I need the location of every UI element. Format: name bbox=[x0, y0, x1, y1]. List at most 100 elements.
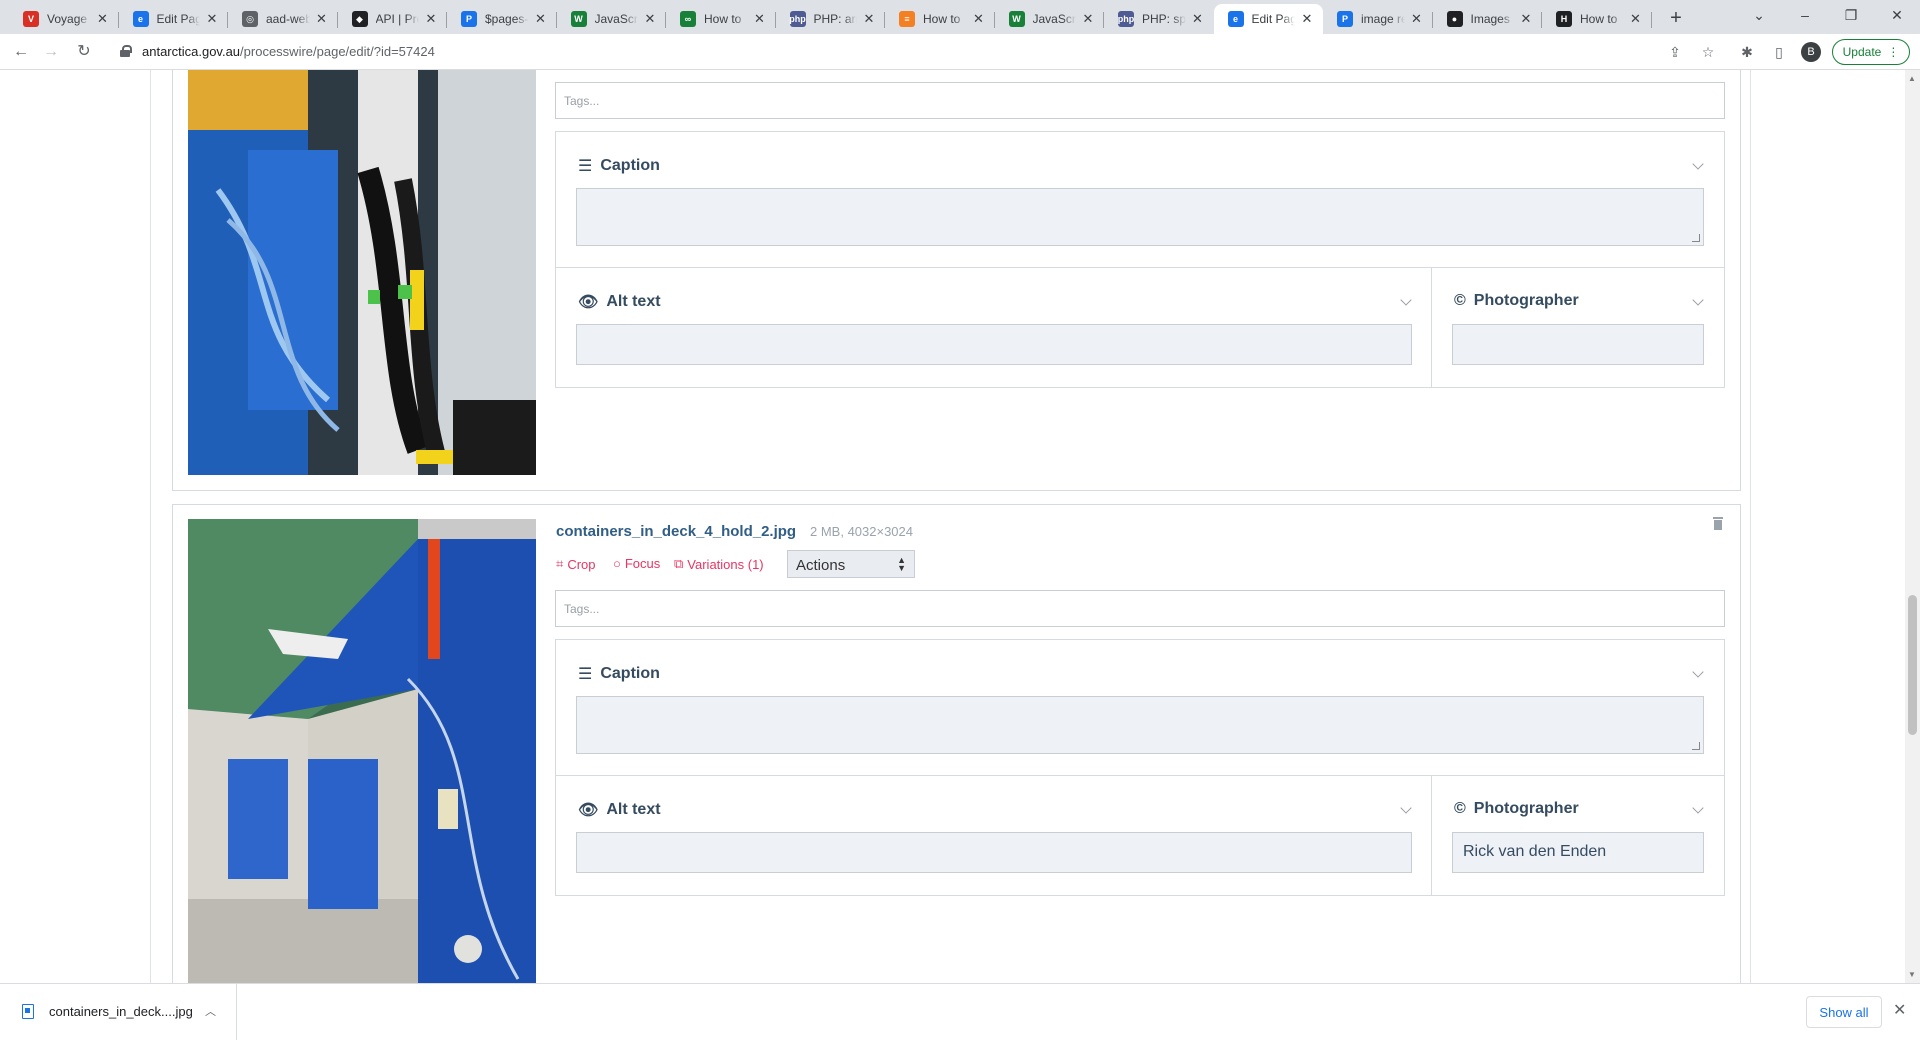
tab-title: How to bbox=[704, 12, 742, 26]
caption-label[interactable]: ☰ Caption bbox=[578, 156, 660, 176]
forward-icon[interactable]: → bbox=[39, 40, 63, 64]
browser-tab[interactable]: e Edit Pag ✕ bbox=[1213, 4, 1323, 34]
browser-tab[interactable]: ● Images ✕ bbox=[1433, 4, 1542, 34]
browser-tab[interactable]: Pimage re ✕ bbox=[1323, 4, 1433, 34]
caption-label[interactable]: ☰ Caption bbox=[578, 664, 660, 684]
url-path: /processwire/page/edit/?id=57424 bbox=[240, 44, 435, 59]
scroll-down-icon[interactable]: ▼ bbox=[1908, 970, 1916, 979]
tab-title: image re bbox=[1361, 12, 1405, 26]
new-tab-button[interactable]: + bbox=[1662, 4, 1690, 32]
focus-link[interactable]: ○ Focus bbox=[613, 556, 660, 571]
tab-title: How to bbox=[923, 12, 961, 26]
actions-select[interactable]: Actions ▲ ▼ bbox=[787, 550, 915, 578]
close-tab-icon[interactable]: ✕ bbox=[1628, 11, 1644, 27]
browser-tab[interactable]: H How to ✕ bbox=[1542, 4, 1652, 34]
tags-input[interactable]: Tags... bbox=[555, 590, 1725, 627]
caption-label-text: Caption bbox=[600, 157, 660, 174]
browser-tab[interactable]: e Edit Page✕ bbox=[119, 4, 228, 34]
image-file-icon bbox=[22, 1004, 34, 1019]
update-button[interactable]: Update ⋮ bbox=[1832, 39, 1910, 65]
close-tab-icon[interactable]: ✕ bbox=[971, 11, 987, 27]
tags-input[interactable]: Tags... bbox=[555, 82, 1725, 119]
crop-link[interactable]: ⌗ Crop bbox=[556, 556, 596, 572]
trash-icon[interactable] bbox=[1712, 516, 1724, 530]
browser-tab[interactable]: php PHP: arr ✕ bbox=[776, 4, 885, 34]
bookmark-star-icon[interactable]: ☆ bbox=[1696, 40, 1720, 64]
alt-text-label[interactable]: 👁 Alt text bbox=[578, 800, 661, 820]
photographer-input[interactable]: Rick van den Enden bbox=[1452, 832, 1704, 873]
close-tab-icon[interactable]: ✕ bbox=[1190, 11, 1206, 27]
reload-icon[interactable]: ↻ bbox=[72, 40, 96, 64]
alt-text-input[interactable] bbox=[576, 324, 1412, 365]
tab-title: JavaScri bbox=[1032, 12, 1077, 26]
browser-tab[interactable]: ◆ API | Pre ✕ bbox=[338, 4, 447, 34]
close-tab-icon[interactable]: ✕ bbox=[861, 11, 877, 27]
extensions-icon[interactable]: ✱ bbox=[1735, 40, 1759, 64]
close-tab-icon[interactable]: ✕ bbox=[1409, 11, 1425, 27]
close-window-icon[interactable]: ✕ bbox=[1874, 0, 1920, 30]
profile-avatar[interactable]: B bbox=[1801, 42, 1821, 62]
tab-title: PHP: spl bbox=[1142, 12, 1186, 26]
alt-text-input[interactable] bbox=[576, 832, 1412, 873]
close-tab-icon[interactable]: ✕ bbox=[204, 11, 220, 27]
favicon-icon: H bbox=[1556, 11, 1572, 27]
scroll-up-icon[interactable]: ▲ bbox=[1908, 74, 1916, 83]
favicon-icon: W bbox=[570, 11, 587, 27]
tab-title: aad-web bbox=[266, 12, 310, 26]
close-tab-icon[interactable]: ✕ bbox=[1080, 11, 1096, 27]
photographer-input[interactable] bbox=[1452, 324, 1704, 365]
side-panel-icon[interactable]: ▯ bbox=[1767, 40, 1791, 64]
browser-tab[interactable]: php PHP: spl ✕ bbox=[1104, 4, 1214, 34]
restore-icon[interactable]: ❐ bbox=[1828, 0, 1874, 30]
browser-tab[interactable]: ∞ How to ✕ bbox=[666, 4, 776, 34]
share-icon[interactable]: ⇪ bbox=[1663, 40, 1687, 64]
list-icon: ☰ bbox=[578, 158, 593, 175]
photographer-label[interactable]: © Photographer bbox=[1454, 292, 1579, 310]
browser-tab[interactable]: ≡ How to ✕ bbox=[885, 4, 995, 34]
download-filename: containers_in_deck....jpg bbox=[49, 1004, 193, 1019]
close-tab-icon[interactable]: ✕ bbox=[1518, 11, 1534, 27]
show-all-button[interactable]: Show all bbox=[1806, 996, 1882, 1028]
close-tab-icon[interactable]: ✕ bbox=[752, 11, 768, 27]
browser-tab[interactable]: P $pages- ✕ bbox=[447, 4, 557, 34]
browser-tab[interactable]: V Voyage ✕ bbox=[9, 4, 119, 34]
address-bar[interactable]: antarctica.gov.au/processwire/page/edit/… bbox=[110, 38, 1670, 66]
photographer-value: Rick van den Enden bbox=[1463, 843, 1607, 860]
back-icon[interactable]: ← bbox=[9, 40, 33, 64]
tab-title: Voyage bbox=[47, 12, 88, 26]
caption-textarea[interactable] bbox=[576, 188, 1704, 246]
chevron-up-icon[interactable]: ︿ bbox=[205, 1003, 216, 1019]
photographer-label[interactable]: © Photographer bbox=[1454, 800, 1579, 818]
close-tab-icon[interactable]: ✕ bbox=[423, 11, 439, 27]
close-tab-icon[interactable]: ✕ bbox=[314, 11, 330, 27]
close-tab-icon[interactable]: ✕ bbox=[95, 11, 111, 27]
favicon-icon: ≡ bbox=[899, 11, 915, 27]
resize-grip-icon[interactable] bbox=[1692, 742, 1700, 750]
favicon-icon: e bbox=[132, 11, 149, 27]
browser-tab[interactable]: W JavaScri ✕ bbox=[557, 4, 666, 34]
minimize-icon[interactable]: – bbox=[1782, 0, 1828, 30]
close-shelf-icon[interactable]: ✕ bbox=[1893, 1000, 1906, 1020]
image-thumbnail[interactable] bbox=[188, 70, 536, 475]
browser-toolbar: ← → ↻ antarctica.gov.au/processwire/page… bbox=[0, 34, 1920, 70]
alt-text-label[interactable]: 👁 Alt text bbox=[578, 292, 661, 312]
browser-tab[interactable]: W JavaScri ✕ bbox=[995, 4, 1104, 34]
image-thumbnail[interactable] bbox=[188, 519, 536, 983]
tab-search-icon[interactable]: ⌄ bbox=[1736, 0, 1782, 30]
favicon-icon: php bbox=[789, 11, 806, 27]
caption-textarea[interactable] bbox=[576, 696, 1704, 754]
update-label: Update bbox=[1842, 45, 1882, 59]
url-domain: antarctica.gov.au bbox=[142, 44, 241, 59]
scrollbar-thumb[interactable] bbox=[1908, 595, 1917, 735]
resize-grip-icon[interactable] bbox=[1692, 234, 1700, 242]
close-tab-icon[interactable]: ✕ bbox=[533, 11, 549, 27]
image-filename[interactable]: containers_in_deck_4_hold_2.jpg bbox=[556, 523, 796, 540]
close-tab-icon[interactable]: ✕ bbox=[1299, 11, 1315, 27]
close-tab-icon[interactable]: ✕ bbox=[642, 11, 658, 27]
variations-link[interactable]: ⧉ Variations (1) bbox=[674, 556, 764, 572]
list-icon: ☰ bbox=[578, 666, 593, 683]
download-item[interactable]: containers_in_deck....jpg ︿ bbox=[0, 984, 237, 1040]
page-scrollbar[interactable]: ▲ ▼ bbox=[1905, 70, 1920, 983]
tab-title: PHP: arr bbox=[813, 12, 858, 26]
browser-tab[interactable]: ◎ aad-web ✕ bbox=[228, 4, 338, 34]
